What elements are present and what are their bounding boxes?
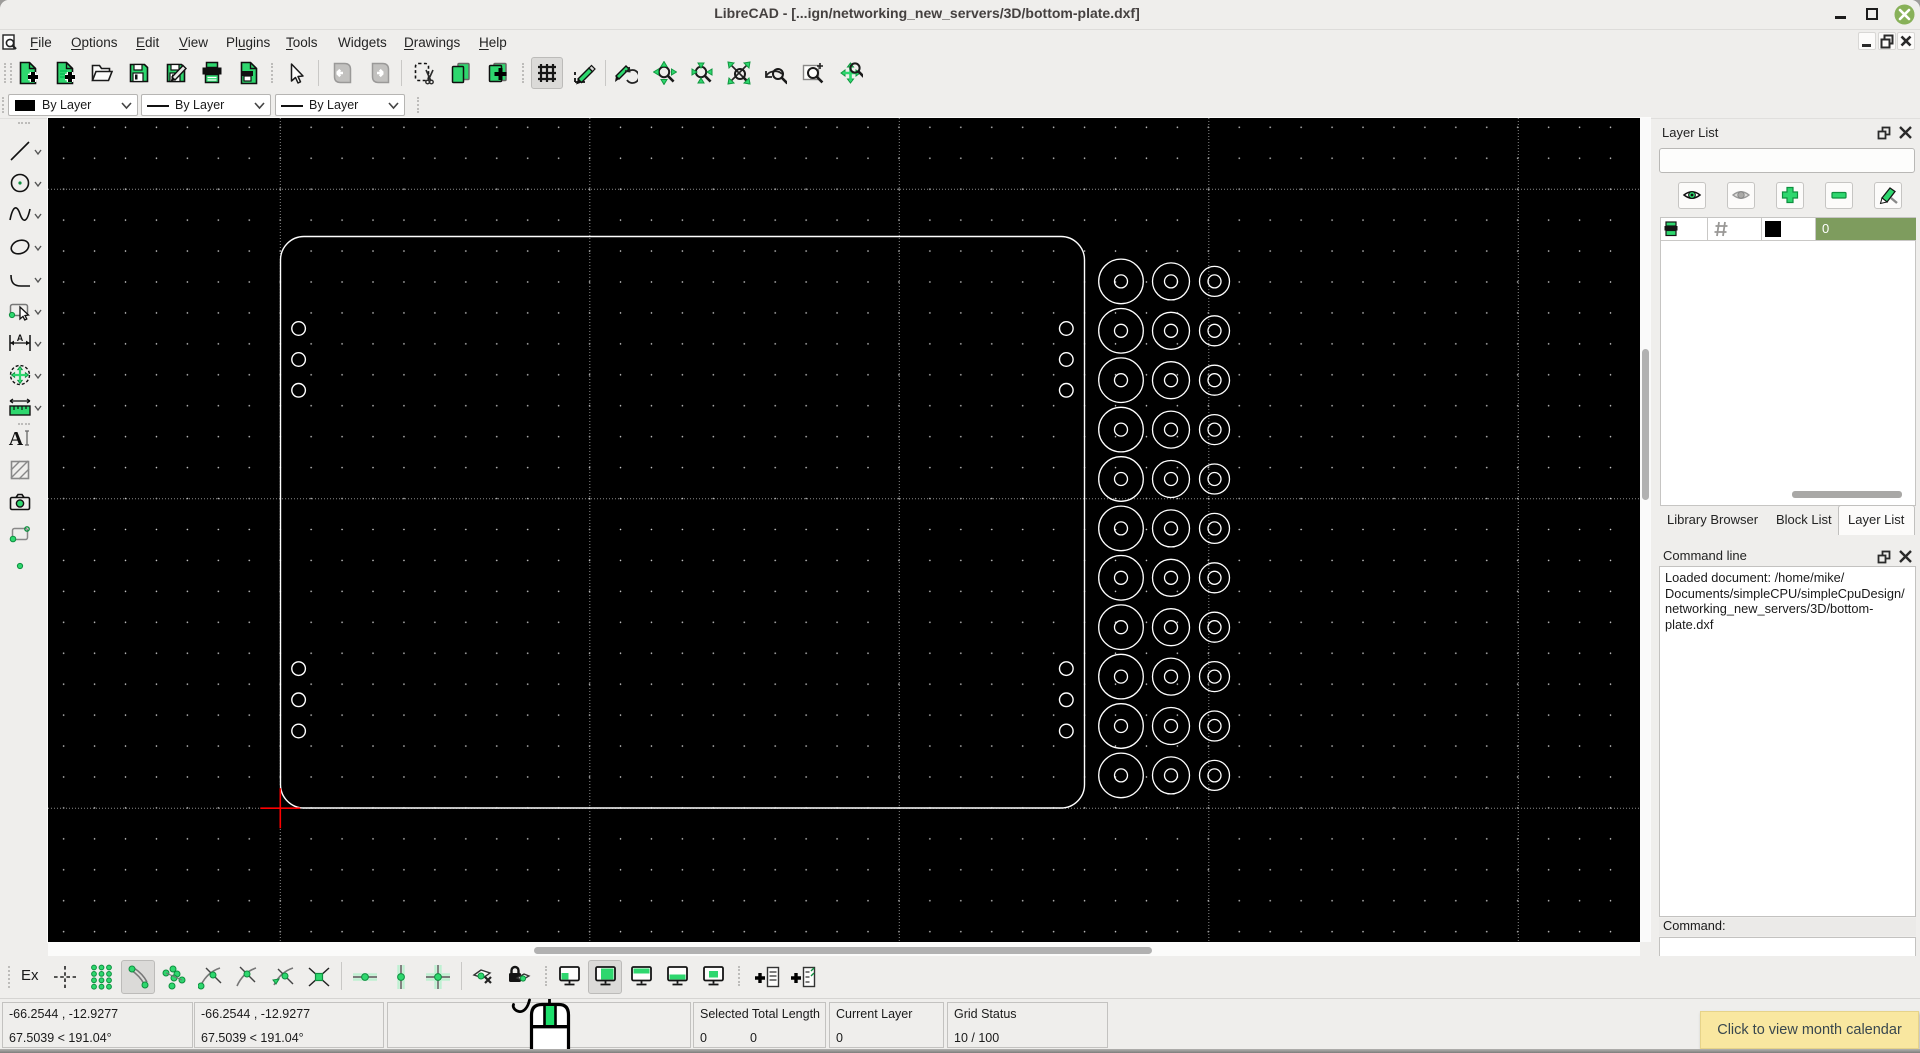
svg-text:A: A [17, 333, 24, 343]
svg-text:A: A [9, 428, 24, 450]
